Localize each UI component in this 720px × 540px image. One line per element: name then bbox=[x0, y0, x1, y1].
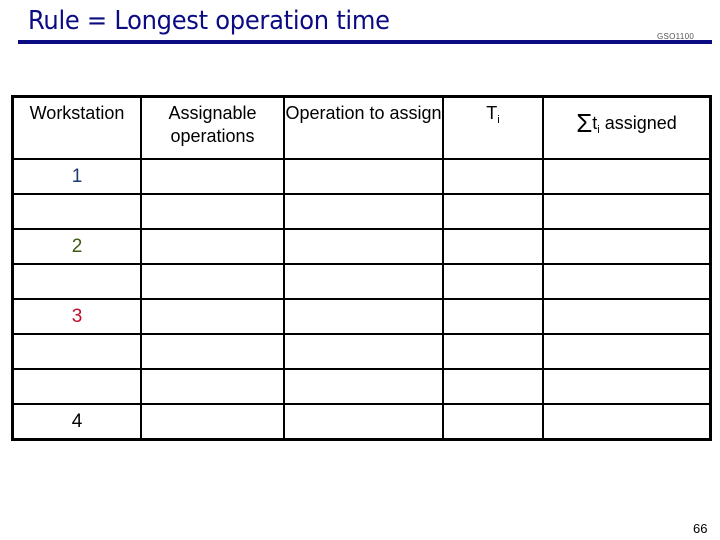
cell-assignable-operations[interactable] bbox=[140, 158, 285, 195]
cell-assignable-operations[interactable] bbox=[140, 403, 285, 441]
table-row bbox=[11, 333, 712, 370]
cell-sum-ti-assigned[interactable] bbox=[542, 333, 712, 370]
cell-operation-to-assign[interactable] bbox=[283, 193, 444, 230]
cell-ti[interactable] bbox=[442, 333, 544, 370]
header-ti: Ti bbox=[442, 95, 544, 160]
cell-operation-to-assign[interactable] bbox=[283, 368, 444, 405]
cell-operation-to-assign[interactable] bbox=[283, 333, 444, 370]
cell-workstation[interactable]: 4 bbox=[11, 403, 142, 441]
table-row bbox=[11, 368, 712, 405]
cell-sum-ti-assigned[interactable] bbox=[542, 228, 712, 265]
cell-workstation[interactable]: 1 bbox=[11, 158, 142, 195]
cell-ti[interactable] bbox=[442, 298, 544, 335]
cell-workstation[interactable] bbox=[11, 193, 142, 230]
cell-workstation[interactable]: 2 bbox=[11, 228, 142, 265]
cell-ti[interactable] bbox=[442, 228, 544, 265]
slide-title: Rule = Longest operation time bbox=[28, 6, 390, 36]
table-row: 1 bbox=[11, 158, 712, 195]
cell-operation-to-assign[interactable] bbox=[283, 263, 444, 300]
table-row: 3 bbox=[11, 298, 712, 335]
header-row: Workstation Assignable operations Operat… bbox=[11, 95, 712, 160]
cell-assignable-operations[interactable] bbox=[140, 333, 285, 370]
sigma-icon: Σ bbox=[576, 108, 593, 138]
course-code: GSO1100 bbox=[657, 32, 695, 41]
cell-workstation[interactable] bbox=[11, 263, 142, 300]
header-sum-ti-assigned: Σti assigned bbox=[542, 95, 712, 160]
cell-sum-ti-assigned[interactable] bbox=[542, 368, 712, 405]
cell-sum-ti-assigned[interactable] bbox=[542, 193, 712, 230]
cell-operation-to-assign[interactable] bbox=[283, 298, 444, 335]
cell-workstation[interactable]: 3 bbox=[11, 298, 142, 335]
header-assignable-operations: Assignable operations bbox=[140, 95, 285, 160]
header-workstation: Workstation bbox=[11, 95, 142, 160]
cell-assignable-operations[interactable] bbox=[140, 228, 285, 265]
title-underline bbox=[18, 40, 712, 44]
table-row bbox=[11, 263, 712, 300]
table-row bbox=[11, 193, 712, 230]
assignment-table: Workstation Assignable operations Operat… bbox=[11, 95, 712, 441]
cell-sum-ti-assigned[interactable] bbox=[542, 158, 712, 195]
ti-subscript: i bbox=[497, 114, 500, 126]
cell-ti[interactable] bbox=[442, 158, 544, 195]
cell-operation-to-assign[interactable] bbox=[283, 158, 444, 195]
cell-ti[interactable] bbox=[442, 193, 544, 230]
cell-workstation[interactable] bbox=[11, 333, 142, 370]
cell-sum-ti-assigned[interactable] bbox=[542, 263, 712, 300]
cell-ti[interactable] bbox=[442, 368, 544, 405]
sum-label: assigned bbox=[599, 113, 677, 133]
ti-main: T bbox=[486, 103, 498, 123]
table-row: 2 bbox=[11, 228, 712, 265]
cell-assignable-operations[interactable] bbox=[140, 193, 285, 230]
cell-workstation[interactable] bbox=[11, 368, 142, 405]
page-number: 66 bbox=[693, 521, 708, 536]
cell-assignable-operations[interactable] bbox=[140, 298, 285, 335]
cell-ti[interactable] bbox=[442, 263, 544, 300]
cell-sum-ti-assigned[interactable] bbox=[542, 403, 712, 441]
cell-operation-to-assign[interactable] bbox=[283, 403, 444, 441]
cell-assignable-operations[interactable] bbox=[140, 368, 285, 405]
cell-operation-to-assign[interactable] bbox=[283, 228, 444, 265]
table-row: 4 bbox=[11, 403, 712, 441]
cell-sum-ti-assigned[interactable] bbox=[542, 298, 712, 335]
cell-ti[interactable] bbox=[442, 403, 544, 441]
header-operation-to-assign: Operation to assign bbox=[283, 95, 444, 160]
cell-assignable-operations[interactable] bbox=[140, 263, 285, 300]
